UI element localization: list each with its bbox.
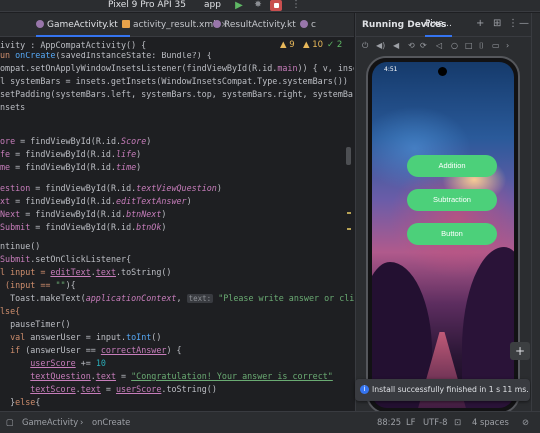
code-editor[interactable]: un onCreate(savedInstanceState: Bundle?)… [0, 52, 354, 411]
tab-label: ResultActivity.kt [224, 20, 296, 30]
code-line: un onCreate(savedInstanceState: Bundle?)… [0, 52, 212, 60]
code-line: userScore += 10 [30, 358, 106, 368]
debug-icon[interactable]: ✸ [252, 0, 264, 11]
generic-button[interactable]: Button [407, 223, 497, 245]
back-icon[interactable]: ◁ [436, 40, 442, 51]
screenshot-icon[interactable]: ⌷ [479, 40, 484, 51]
code-line: lse{ [0, 306, 21, 316]
rotate-left-icon[interactable]: ⟲ [408, 40, 415, 51]
run-config-selector[interactable]: app [204, 0, 221, 11]
install-notification[interactable]: i Install successfully finished in 1 s 1… [355, 379, 530, 401]
ok-count[interactable]: ✓ 2 [327, 39, 342, 51]
main-toolbar: Pixel 9 Pro API 35 app ▶ ✸ ⋮ [0, 0, 540, 12]
code-line: pauseTimer() [0, 319, 71, 329]
more-icon[interactable]: › [506, 40, 509, 51]
editor-scrollbar[interactable] [345, 52, 353, 411]
code-line: ore = findViewById(R.id.Score) [0, 136, 152, 146]
notification-message: Install successfully finished in 1 s 11 … [372, 385, 529, 394]
breadcrumb-class[interactable]: GameActivity [22, 412, 78, 433]
code-line: fe = findViewById(R.id.life) [0, 149, 142, 159]
kotlin-file-icon [300, 20, 308, 28]
stop-icon[interactable] [270, 0, 282, 11]
code-line: estion = findViewById(R.id.textViewQuest… [0, 183, 222, 193]
tab-label: GameActivity.kt [47, 20, 118, 30]
home-icon[interactable]: ○ [451, 40, 458, 51]
code-line: (input == ""){ [0, 280, 76, 290]
tab-device[interactable]: Pixe... [425, 13, 452, 37]
more-options-icon[interactable]: ⋮ [290, 0, 302, 11]
code-line: ompat.setOnApplyWindowInsetsListener(fin… [0, 63, 354, 73]
options-icon[interactable]: ⋮ [508, 18, 518, 30]
info-icon: i [360, 385, 369, 394]
code-line: Next = findViewById(R.id.btnNext) [0, 209, 167, 219]
readonly-lock-icon[interactable]: ⊡ [454, 412, 461, 433]
status-time: 4:51 [384, 66, 398, 73]
class-signature: ivity : AppCompatActivity() { [0, 40, 147, 50]
zoom-in-icon[interactable]: + [510, 342, 530, 360]
code-line: }else{ [0, 397, 41, 407]
code-line: Submit = findViewById(R.id.btnOk) [0, 222, 167, 232]
code-line: l systemBars = insets.getInsets(WindowIn… [0, 76, 348, 86]
code-header-row: ivity : AppCompatActivity() { ▲ 9 ▲ 10 ✓… [0, 38, 354, 52]
breadcrumb-class-icon: ▢ [6, 417, 14, 427]
layout-icon[interactable]: ⊞ [493, 18, 501, 30]
running-devices-header: Running Devices Pixe... + ⊞ ⋮ — [356, 13, 532, 37]
editor-tabs: GameActivity.kt× activity_result.xml× Re… [0, 13, 354, 37]
code-line: ntinue() [0, 241, 41, 251]
tab-label: c [311, 20, 316, 30]
right-tool-strip [531, 13, 540, 411]
breadcrumb-separator: › [80, 417, 84, 427]
file-encoding[interactable]: UTF-8 [423, 412, 447, 433]
device-controls: ⏻ ◀) ◀ ⟲ ⟳ ◁ ○ □ ⌷ ▭ › [356, 38, 532, 54]
device-selector[interactable]: Pixel 9 Pro API 35 [108, 0, 186, 11]
tab-game-activity[interactable]: GameActivity.kt× [36, 13, 131, 37]
parameter-hint: text: [186, 294, 214, 303]
warning-count[interactable]: ▲ 9 [280, 39, 295, 51]
code-line: nsets [0, 102, 26, 112]
minimize-icon[interactable]: — [519, 18, 529, 30]
xml-file-icon [122, 20, 130, 28]
rotate-right-icon[interactable]: ⟳ [420, 40, 427, 51]
screen-record-icon[interactable]: ▭ [492, 40, 500, 51]
kotlin-file-icon [213, 20, 221, 28]
tab-overflow[interactable]: c [300, 13, 316, 37]
code-line: Submit.setOnClickListener{ [0, 254, 132, 264]
kotlin-file-icon [36, 20, 44, 28]
volume-up-icon[interactable]: ◀) [376, 40, 385, 51]
warning-mark[interactable] [347, 228, 351, 230]
line-separator[interactable]: LF [406, 412, 415, 433]
run-icon[interactable]: ▶ [233, 0, 245, 11]
code-line: textQuestion.text = "Congratulation! You… [30, 371, 333, 381]
device-screen[interactable]: 4:51 Addition Subtraction Button [372, 62, 514, 408]
caret-position[interactable]: 88:25 [377, 412, 401, 433]
volume-down-icon[interactable]: ◀ [393, 40, 399, 51]
code-line: Toast.makeText(applicationContext, text:… [0, 293, 354, 303]
vcs-lock-icon[interactable]: ⊘ [522, 412, 529, 433]
code-line: me = findViewById(R.id.time) [0, 162, 142, 172]
overview-icon[interactable]: □ [465, 40, 473, 51]
weak-warning-count[interactable]: ▲ 10 [303, 39, 323, 51]
code-line: setPadding(systemBars.left, systemBars.t… [0, 89, 354, 99]
camera-cutout [438, 67, 447, 76]
power-icon[interactable]: ⏻ [362, 40, 368, 51]
device-frame: 4:51 Addition Subtraction Button [366, 56, 520, 414]
warning-mark[interactable] [347, 212, 351, 214]
breadcrumb-method[interactable]: onCreate [92, 412, 130, 433]
subtraction-button[interactable]: Subtraction [407, 189, 497, 211]
tab-result-activity[interactable]: ResultActivity.kt× [213, 13, 308, 37]
status-bar: ▢ GameActivity › onCreate 88:25 LF UTF-8… [0, 411, 540, 433]
code-line: if (answerUser == correctAnswer) { [10, 345, 182, 355]
code-line: val answerUser = input.toInt() [10, 332, 162, 342]
running-devices-panel: Running Devices Pixe... + ⊞ ⋮ — ⏻ ◀) ◀ ⟲… [355, 13, 532, 414]
addition-button[interactable]: Addition [407, 155, 497, 177]
scroll-thumb[interactable] [346, 147, 351, 165]
tab-label: activity_result.xml [133, 20, 216, 30]
code-line: textScore.text = userScore.toString() [30, 384, 217, 394]
code-line: xt = findViewById(R.id.editTextAnswer) [0, 196, 192, 206]
code-line: l input = editText.text.toString() [0, 267, 172, 277]
add-device-icon[interactable]: + [476, 18, 484, 30]
indent-setting[interactable]: 4 spaces [472, 412, 509, 433]
